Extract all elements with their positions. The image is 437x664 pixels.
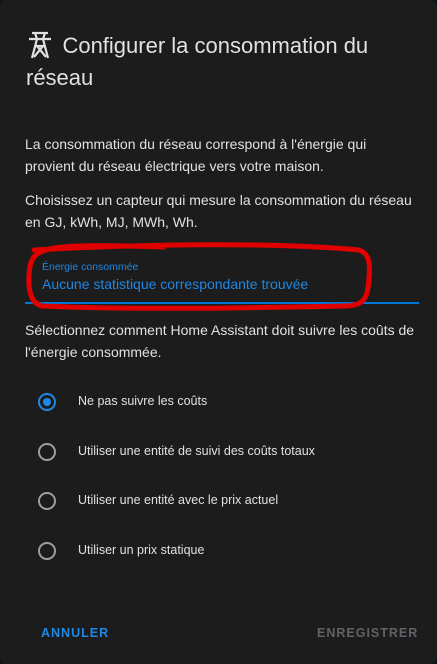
transmission-tower-icon <box>26 30 54 60</box>
dialog-header: Configurer la consommation du réseau <box>26 30 418 94</box>
dialog-title-line2: réseau <box>26 65 94 90</box>
energy-grid-dialog: Configurer la consommation du réseau La … <box>0 0 437 664</box>
field-value: Aucune statistique correspondante trouvé… <box>42 276 309 292</box>
radio-no-cost[interactable]: Ne pas suivre les coûts <box>38 392 418 416</box>
sensor-prompt: Choisissez un capteur qui mesure la cons… <box>25 192 412 230</box>
radio-label: Utiliser une entité de suivi des coûts t… <box>78 444 315 458</box>
dialog-title-line1: Configurer la consommation du <box>62 33 369 58</box>
energy-consumed-statistic-picker[interactable]: Énergie consommée Aucune statistique cor… <box>25 254 419 304</box>
grid-description: La consommation du réseau correspond à l… <box>25 136 367 174</box>
radio-button[interactable] <box>38 393 56 411</box>
radio-button[interactable] <box>38 492 56 510</box>
field-label: Énergie consommée <box>42 261 139 273</box>
radio-button[interactable] <box>38 443 56 461</box>
radio-total-cost-entity[interactable]: Utiliser une entité de suivi des coûts t… <box>38 442 418 466</box>
radio-label: Ne pas suivre les coûts <box>78 394 208 408</box>
save-button[interactable]: ENREGISTRER <box>317 626 418 640</box>
cancel-button[interactable]: ANNULER <box>41 626 109 640</box>
radio-button[interactable] <box>38 542 56 560</box>
radio-static-price[interactable]: Utiliser un prix statique <box>38 541 418 565</box>
radio-label: Utiliser une entité avec le prix actuel <box>78 493 279 507</box>
radio-current-price-entity[interactable]: Utiliser une entité avec le prix actuel <box>38 491 418 515</box>
radio-label: Utiliser un prix statique <box>78 543 205 557</box>
cost-prompt: Sélectionnez comment Home Assistant doit… <box>25 322 415 360</box>
